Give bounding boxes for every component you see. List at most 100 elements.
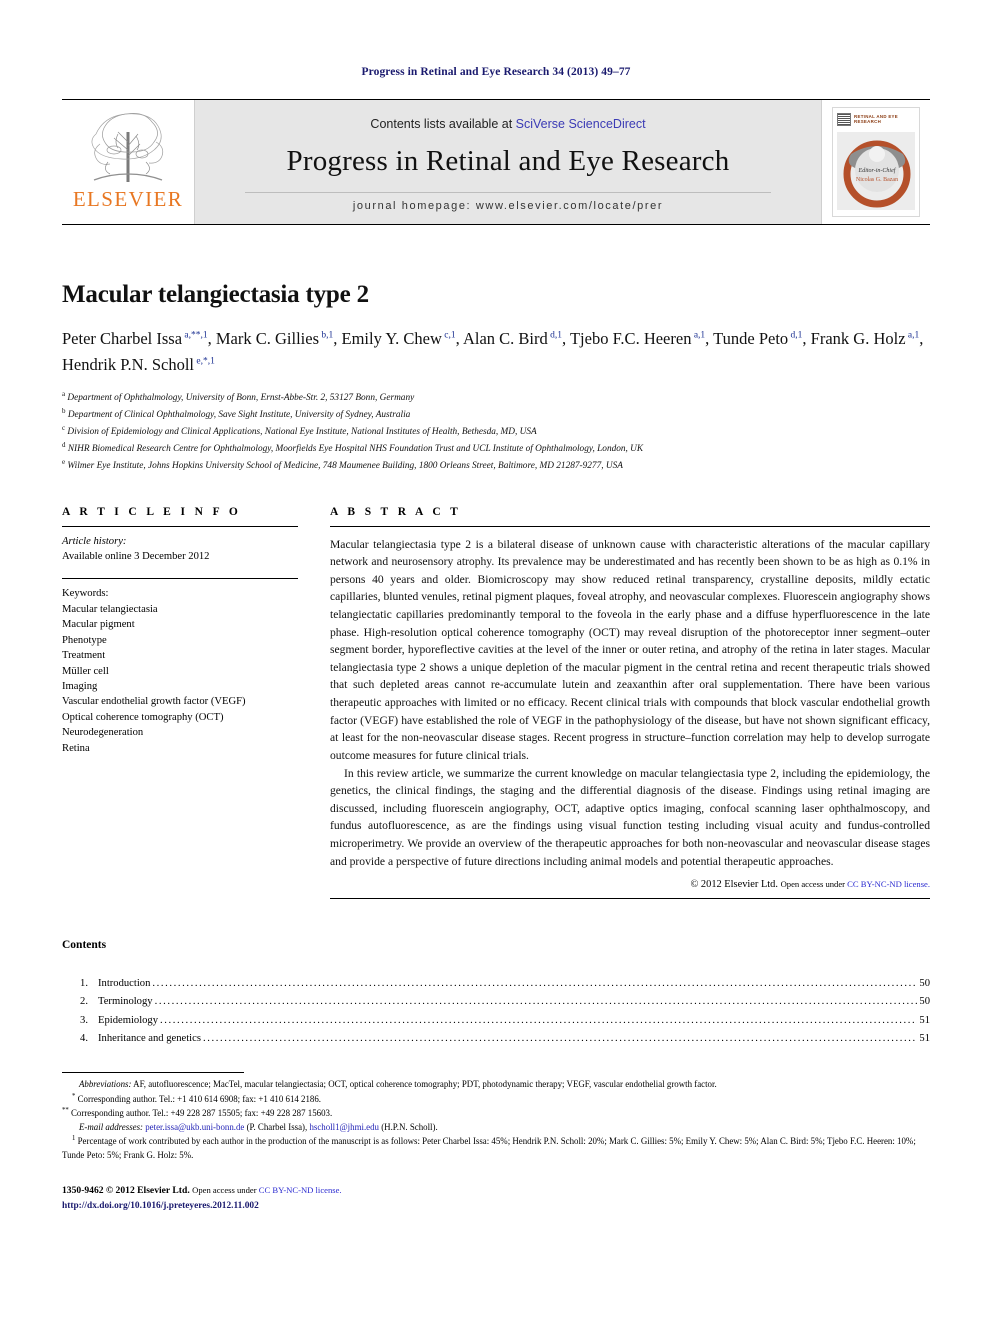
footnote-abbreviations: Abbreviations: AF, autofluorescence; Mac… bbox=[62, 1078, 930, 1092]
affiliation-item: c Division of Epidemiology and Clinical … bbox=[62, 423, 930, 440]
article-info-heading: A R T I C L E I N F O bbox=[62, 505, 242, 518]
affiliation-text: Wilmer Eye Institute, Johns Hopkins Univ… bbox=[65, 461, 623, 472]
toc-entry[interactable]: 1. Introduction .........................… bbox=[62, 975, 930, 993]
journal-masthead: ELSEVIER Contents lists available at Sci… bbox=[62, 99, 930, 225]
author-affiliation-mark: a,**,1 bbox=[182, 330, 208, 341]
article-history-value: Available online 3 December 2012 bbox=[62, 550, 210, 562]
footnote-corresponding-2: ** Corresponding author. Tel.: +49 228 2… bbox=[62, 1106, 930, 1121]
journal-banner: Contents lists available at SciVerse Sci… bbox=[195, 100, 821, 224]
toc-page-number: 51 bbox=[919, 1014, 930, 1026]
keywords-items: Macular telangiectasia Macular pigment Phe… bbox=[62, 602, 298, 757]
toc-label: Epidemiology bbox=[98, 1014, 159, 1026]
contribution-mark: 1 bbox=[72, 1135, 76, 1143]
cover-publisher-mark-icon bbox=[837, 113, 851, 126]
author-affiliation-mark: a,1 bbox=[905, 330, 920, 341]
issn-number: 1350-9462 bbox=[62, 1185, 104, 1197]
toc-leader: ........................................… bbox=[160, 1014, 917, 1026]
toc-label: Inheritance and genetics bbox=[98, 1032, 201, 1044]
cover-header: RETINAL AND EYE RESEARCH bbox=[837, 113, 915, 126]
license-link[interactable]: CC BY-NC-ND license. bbox=[847, 879, 930, 889]
toc-leader: ........................................… bbox=[152, 978, 918, 990]
footnote-divider bbox=[62, 1072, 244, 1074]
keywords-block: Keywords: Macular telangiectasia Macular … bbox=[62, 579, 298, 756]
affiliation-item: a Department of Ophthalmology, Universit… bbox=[62, 389, 930, 406]
toc-label: Introduction bbox=[98, 978, 151, 990]
author-name: Tjebo F.C. Heeren bbox=[569, 328, 692, 348]
author-affiliation-mark: c,1 bbox=[441, 330, 456, 341]
cover-journal-title: RETINAL AND EYE RESEARCH bbox=[854, 113, 899, 124]
contribution-text: Percentage of work contributed by each a… bbox=[62, 1136, 916, 1160]
cover-eye-ring-icon: Editor-in-Chief Nicolas G. Bazan bbox=[843, 140, 911, 208]
author-affiliation-mark: b,1 bbox=[319, 330, 334, 341]
doi-link[interactable]: http://dx.doi.org/10.1016/j.preteyeres.2… bbox=[62, 1199, 930, 1213]
keyword-item: Phenotype bbox=[62, 634, 107, 646]
keyword-item: Macular pigment bbox=[62, 619, 135, 631]
footnote-emails: E-mail addresses: peter.issa@ukb.uni-bon… bbox=[62, 1121, 930, 1135]
author-name: Frank G. Holz bbox=[810, 328, 906, 348]
email-1-owner: (P. Charbel Issa), bbox=[244, 1121, 310, 1132]
open-access-label: Open access under bbox=[780, 879, 848, 890]
author-name: Mark C. Gillies bbox=[215, 328, 320, 348]
divider bbox=[330, 898, 930, 900]
info-abstract-section: A R T I C L E I N F O Article history: A… bbox=[62, 506, 930, 900]
copyright-text: © 2012 Elsevier Ltd. bbox=[690, 879, 778, 891]
toc-page-number: 50 bbox=[919, 978, 930, 990]
abstract-column: A B S T R A C T Macular telangiectasia t… bbox=[330, 506, 930, 900]
corresponding-2-mark: ** bbox=[62, 1107, 69, 1115]
corresponding-1-text: Corresponding author. Tel.: +1 410 614 6… bbox=[77, 1093, 322, 1104]
abstract-paragraph-2: In this review article, we summarize the… bbox=[330, 766, 930, 868]
email-link-1[interactable]: peter.issa@ukb.uni-bonn.de bbox=[145, 1122, 244, 1132]
toc-label: Terminology bbox=[98, 996, 153, 1008]
footnote-corresponding-1: * Corresponding author. Tel.: +1 410 614… bbox=[62, 1092, 930, 1107]
footer-copyright: © 2012 Elsevier Ltd. bbox=[105, 1185, 190, 1197]
toc-leader: ........................................… bbox=[154, 996, 918, 1008]
keyword-item: Imaging bbox=[62, 681, 98, 693]
svg-text:Editor-in-Chief: Editor-in-Chief bbox=[858, 167, 897, 174]
affiliation-text: NIHR Biomedical Research Centre for Opht… bbox=[65, 444, 644, 455]
author-affiliation-mark: a,1 bbox=[691, 330, 706, 341]
footnote-contributions: 1 Percentage of work contributed by each… bbox=[62, 1134, 930, 1162]
toc-number: 1. bbox=[80, 978, 88, 990]
keywords-label: Keywords: bbox=[62, 588, 109, 600]
keyword-item: Macular telangiectasia bbox=[62, 603, 158, 615]
footer-open-access: Open access under bbox=[192, 1185, 259, 1196]
keyword-item: Optical coherence tomography (OCT) bbox=[62, 711, 224, 723]
contents-heading: Contents bbox=[62, 939, 107, 952]
abstract-body: Macular telangiectasia type 2 is a bilat… bbox=[330, 527, 930, 871]
email-link-2[interactable]: hscholl1@jhmi.edu bbox=[309, 1122, 379, 1132]
corresponding-2-text: Corresponding author. Tel.: +49 228 287 … bbox=[71, 1108, 333, 1119]
abbreviations-text: AF, autofluorescence; MacTel, macular te… bbox=[133, 1079, 717, 1090]
keyword-item: Müller cell bbox=[62, 665, 109, 677]
keyword-item: Vascular endothelial growth factor (VEGF… bbox=[62, 696, 246, 708]
toc-entry[interactable]: 4. Inheritance and genetics .............… bbox=[62, 1030, 930, 1048]
abstract-paragraph-1: Macular telangiectasia type 2 is a bilat… bbox=[330, 537, 930, 762]
keyword-item: Treatment bbox=[62, 650, 106, 662]
toc-page-number: 51 bbox=[919, 1032, 930, 1044]
running-head: Progress in Retinal and Eye Research 34 … bbox=[361, 66, 631, 78]
journal-cover[interactable]: RETINAL AND EYE RESEARCH Editor-in-Chief… bbox=[821, 100, 930, 224]
toc-number: 3. bbox=[80, 1014, 88, 1026]
journal-homepage[interactable]: journal homepage: www.elsevier.com/locat… bbox=[245, 191, 771, 212]
toc-number: 4. bbox=[80, 1032, 88, 1044]
footer-license-link[interactable]: CC BY-NC-ND license. bbox=[259, 1185, 342, 1195]
journal-cover-thumbnail: RETINAL AND EYE RESEARCH Editor-in-Chief… bbox=[832, 107, 920, 217]
toc-entry[interactable]: 2. Terminology ..........................… bbox=[62, 993, 930, 1011]
author-name: Hendrik P.N. Scholl bbox=[62, 354, 194, 374]
paper-page: Progress in Retinal and Eye Research 34 … bbox=[0, 0, 992, 1323]
sciencedirect-link[interactable]: SciVerse ScienceDirect bbox=[516, 117, 646, 131]
author-affiliation-mark: d,1 bbox=[547, 330, 563, 341]
author-list: Peter Charbel Issa a,**,1, Mark C. Gilli… bbox=[62, 328, 924, 374]
toc-page-number: 50 bbox=[919, 996, 930, 1008]
email-2-owner: (H.P.N. Scholl). bbox=[379, 1121, 438, 1132]
affiliation-item: b Department of Clinical Ophthalmology, … bbox=[62, 406, 930, 423]
corresponding-1-mark: * bbox=[72, 1092, 76, 1100]
toc-entry[interactable]: 3. Epidemiology .........................… bbox=[62, 1012, 930, 1030]
footnotes: Abbreviations: AF, autofluorescence; Mac… bbox=[62, 1078, 930, 1162]
elsevier-logo: ELSEVIER bbox=[62, 100, 195, 224]
article-history-label: Article history: bbox=[62, 535, 127, 547]
table-of-contents: 1. Introduction .........................… bbox=[62, 975, 930, 1048]
keyword-item: Neurodegeneration bbox=[62, 727, 144, 739]
svg-text:Nicolas G. Bazan: Nicolas G. Bazan bbox=[856, 177, 898, 183]
page-title: Macular telangiectasia type 2 bbox=[62, 281, 369, 308]
affiliation-text: Department of Ophthalmology, University … bbox=[65, 392, 415, 403]
